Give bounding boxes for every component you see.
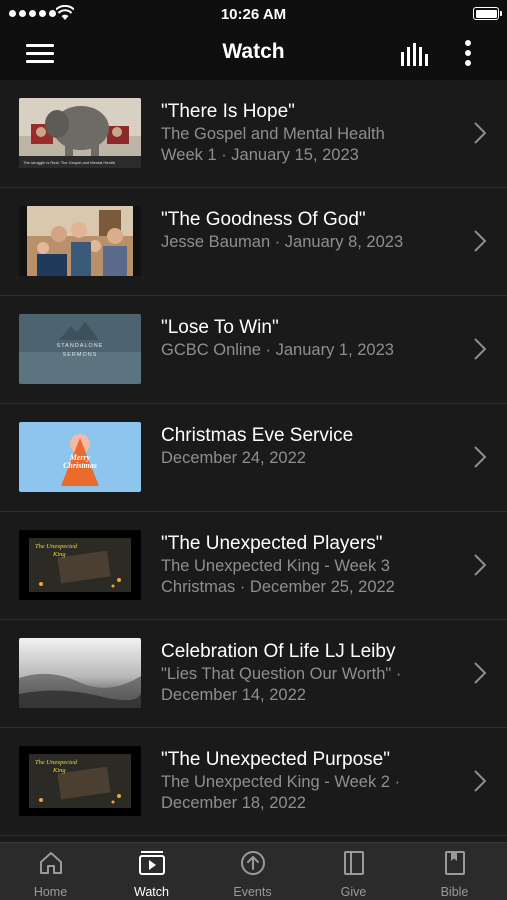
- thumbnail-unexpected-king: The Unexpected King: [19, 746, 141, 816]
- item-detail: December 18, 2022: [161, 794, 306, 812]
- thumbnail-caption: The Unexpected: [35, 759, 78, 766]
- list-item[interactable]: Merry Christmas Christmas Eve Service De…: [0, 404, 507, 512]
- list-item[interactable]: STANDALONE SERMONS "Lose To Win" GCBC On…: [0, 296, 507, 404]
- item-title: "The Unexpected Purpose": [161, 749, 390, 770]
- tab-label: Home: [33, 885, 68, 899]
- item-subtitle: GCBC Online · January 1, 2023: [161, 341, 394, 359]
- events-icon: [240, 851, 265, 875]
- list-item[interactable]: The Unexpected King "The Unexpected Purp…: [0, 728, 507, 836]
- item-subtitle: The Unexpected King - Week 2 ·: [161, 773, 401, 791]
- thumbnail-caption: King: [52, 551, 66, 558]
- item-title: "Lose To Win": [161, 317, 279, 338]
- item-subtitle: The Gospel and Mental Health: [161, 125, 385, 143]
- thumbnail-caption: The struggle is Real. The Gospel and Men…: [23, 160, 115, 165]
- item-subtitle: The Unexpected King - Week 3: [161, 557, 390, 575]
- item-subtitle: Jesse Bauman · January 8, 2023: [161, 233, 404, 251]
- more-vertical-icon: [465, 40, 471, 46]
- thumbnail-caption: King: [52, 767, 66, 774]
- thumbnail-misty-landscape: [19, 638, 141, 708]
- video-icon: [138, 851, 165, 875]
- nav-bar: Watch: [0, 28, 507, 80]
- status-time: 10:26 AM: [220, 6, 287, 23]
- thumbnail-caption: Christmas: [63, 461, 97, 470]
- battery-icon: [473, 7, 502, 20]
- audio-bars-icon[interactable]: [400, 42, 432, 66]
- thumbnail-elephant: The struggle is Real. The Gospel and Men…: [19, 98, 141, 168]
- tab-give[interactable]: Give: [303, 843, 404, 900]
- tab-watch[interactable]: Watch: [101, 843, 202, 900]
- tab-bar: Home Watch Events Give Bible: [0, 842, 507, 900]
- thumbnail-unexpected-king: The Unexpected King: [19, 530, 141, 600]
- list-item[interactable]: Celebration Of Life LJ Leiby "Lies That …: [0, 620, 507, 728]
- sermon-list: The struggle is Real. The Gospel and Men…: [0, 80, 507, 842]
- item-title: Celebration Of Life LJ Leiby: [161, 641, 396, 662]
- thumbnail-standalone-sermons: STANDALONE SERMONS: [19, 314, 141, 384]
- item-title: "The Unexpected Players": [161, 533, 383, 554]
- item-detail: Week 1 · January 15, 2023: [161, 146, 359, 164]
- thumbnail-merry-christmas: Merry Christmas: [19, 422, 141, 492]
- item-title: "There Is Hope": [161, 101, 295, 122]
- chevron-right-icon: [474, 770, 486, 792]
- thumbnail-caption: SERMONS: [63, 352, 98, 358]
- bible-icon: [444, 851, 465, 875]
- tab-label: Bible: [440, 885, 469, 899]
- item-title: Christmas Eve Service: [161, 425, 354, 446]
- home-icon: [39, 852, 62, 874]
- more-options-button[interactable]: [460, 40, 476, 68]
- list-item[interactable]: "The Goodness Of God" Jesse Bauman · Jan…: [0, 188, 507, 296]
- tab-bible[interactable]: Bible: [404, 843, 505, 900]
- chevron-right-icon: [474, 554, 486, 576]
- thumbnail-caption: STANDALONE: [57, 343, 104, 349]
- chevron-right-icon: [474, 446, 486, 468]
- item-subtitle: December 24, 2022: [161, 449, 306, 467]
- list-item[interactable]: The Unexpected King "The Unexpected Play…: [0, 512, 507, 620]
- status-bar: 10:26 AM: [0, 0, 507, 28]
- item-title: "The Goodness Of God": [161, 209, 366, 230]
- give-icon: [343, 851, 364, 875]
- list-item[interactable]: The struggle is Real. The Gospel and Men…: [0, 80, 507, 188]
- thumbnail-caption: The Unexpected: [35, 543, 78, 550]
- item-detail: December 14, 2022: [161, 686, 306, 704]
- tab-label: Events: [233, 885, 272, 899]
- chevron-right-icon: [474, 338, 486, 360]
- tab-events[interactable]: Events: [202, 843, 303, 900]
- item-subtitle: "Lies That Question Our Worth" ·: [161, 665, 402, 683]
- chevron-right-icon: [474, 230, 486, 252]
- item-detail: Christmas · December 25, 2022: [161, 578, 395, 596]
- tab-label: Watch: [134, 885, 169, 899]
- tab-label: Give: [340, 885, 367, 899]
- thumbnail-family-photo: [19, 206, 141, 276]
- tab-home[interactable]: Home: [0, 843, 101, 900]
- chevron-right-icon: [474, 122, 486, 144]
- chevron-right-icon: [474, 662, 486, 684]
